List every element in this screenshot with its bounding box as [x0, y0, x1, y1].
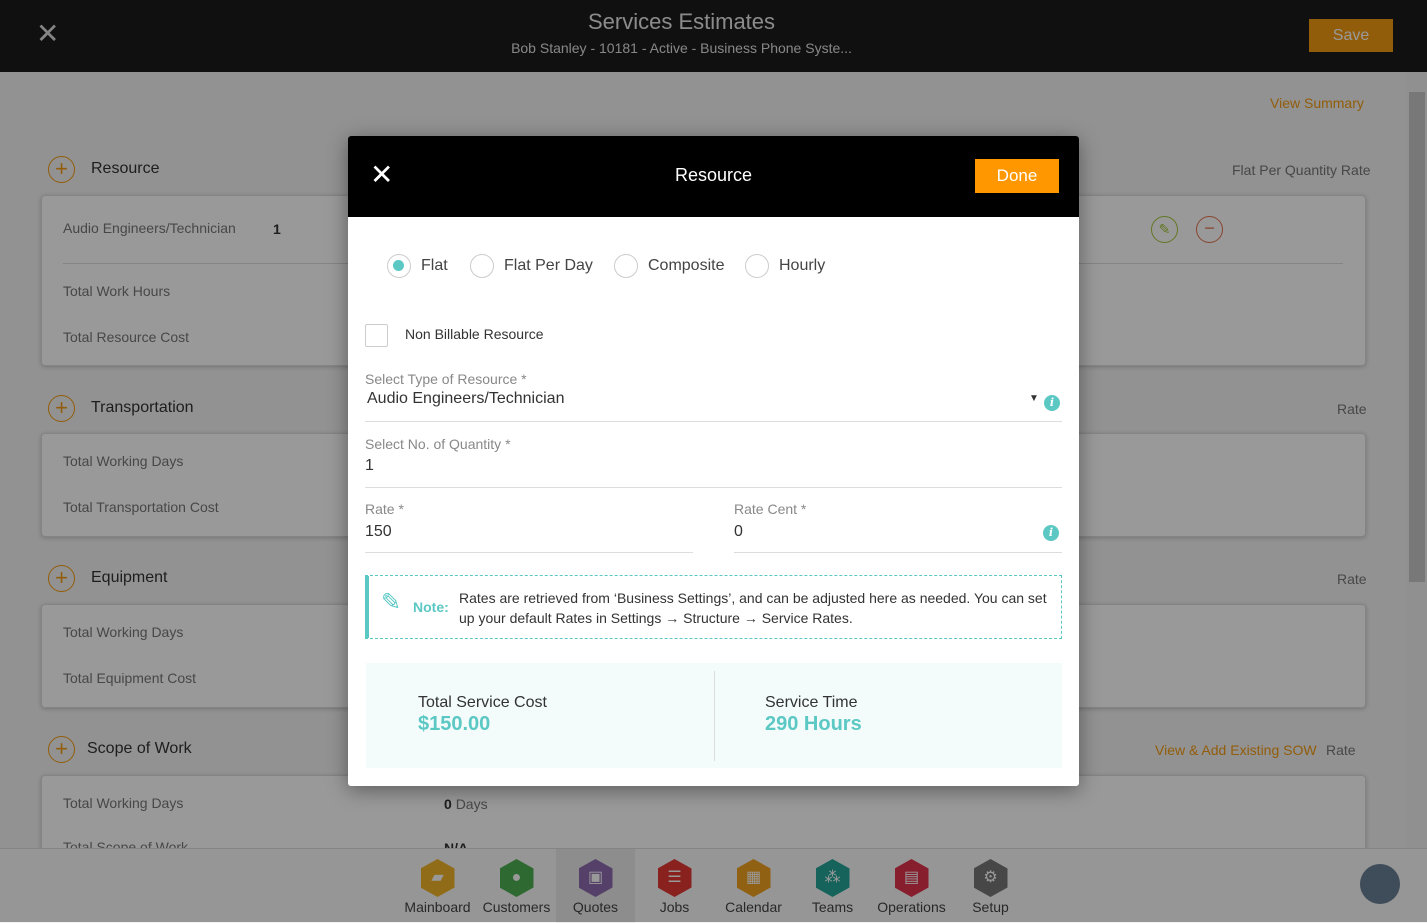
- resource-modal: ✕ Resource Done Flat Flat Per Day Compos…: [348, 136, 1079, 786]
- summary-panel: Total Service Cost $150.00 Service Time …: [366, 663, 1062, 768]
- divider: [365, 487, 1062, 488]
- radio-label: Flat Per Day: [504, 257, 593, 274]
- dropdown-caret-icon[interactable]: ▼: [1029, 393, 1039, 404]
- modal-title: Resource: [674, 165, 753, 185]
- rate-input[interactable]: 150: [365, 523, 392, 541]
- rate-cent-label: Rate Cent *: [734, 501, 807, 517]
- type-label: Select Type of Resource *: [365, 371, 527, 387]
- qty-label: Select No. of Quantity *: [365, 436, 511, 452]
- note-text: Rates are retrieved from ‘Business Setti…: [459, 590, 1047, 626]
- qty-input[interactable]: 1: [365, 457, 374, 475]
- non-billable-checkbox[interactable]: [365, 324, 388, 347]
- service-time-label: Service Time: [765, 694, 858, 711]
- radio-label: Hourly: [779, 257, 826, 274]
- divider: [714, 671, 715, 761]
- note-label: Note:: [413, 599, 449, 615]
- rate-label: Rate *: [365, 501, 404, 517]
- divider: [365, 552, 693, 553]
- radio-flat[interactable]: Flat: [387, 254, 448, 278]
- radio-hourly[interactable]: Hourly: [745, 254, 825, 278]
- total-cost-label: Total Service Cost: [418, 694, 547, 711]
- total-cost-value: $150.00: [418, 713, 491, 735]
- radio-composite[interactable]: Composite: [614, 254, 724, 278]
- modal-header: ✕ Resource Done: [348, 136, 1079, 217]
- type-select[interactable]: Audio Engineers/Technician: [367, 390, 564, 408]
- radio-label: Composite: [648, 257, 725, 274]
- service-time-value: 290 Hours: [765, 713, 862, 735]
- rates-note: ✎ Note: Rates are retrieved from ‘Busine…: [365, 575, 1062, 639]
- info-icon[interactable]: i: [1044, 395, 1060, 411]
- divider: [734, 552, 1062, 553]
- non-billable-label: Non Billable Resource: [405, 326, 544, 342]
- radio-label: Flat: [421, 257, 448, 274]
- rate-cent-input[interactable]: 0: [734, 523, 743, 541]
- info-icon[interactable]: i: [1043, 525, 1059, 541]
- divider: [365, 421, 1062, 422]
- edit-note-icon: ✎: [381, 589, 402, 616]
- radio-flat-per-day[interactable]: Flat Per Day: [470, 254, 593, 278]
- done-button[interactable]: Done: [975, 159, 1059, 193]
